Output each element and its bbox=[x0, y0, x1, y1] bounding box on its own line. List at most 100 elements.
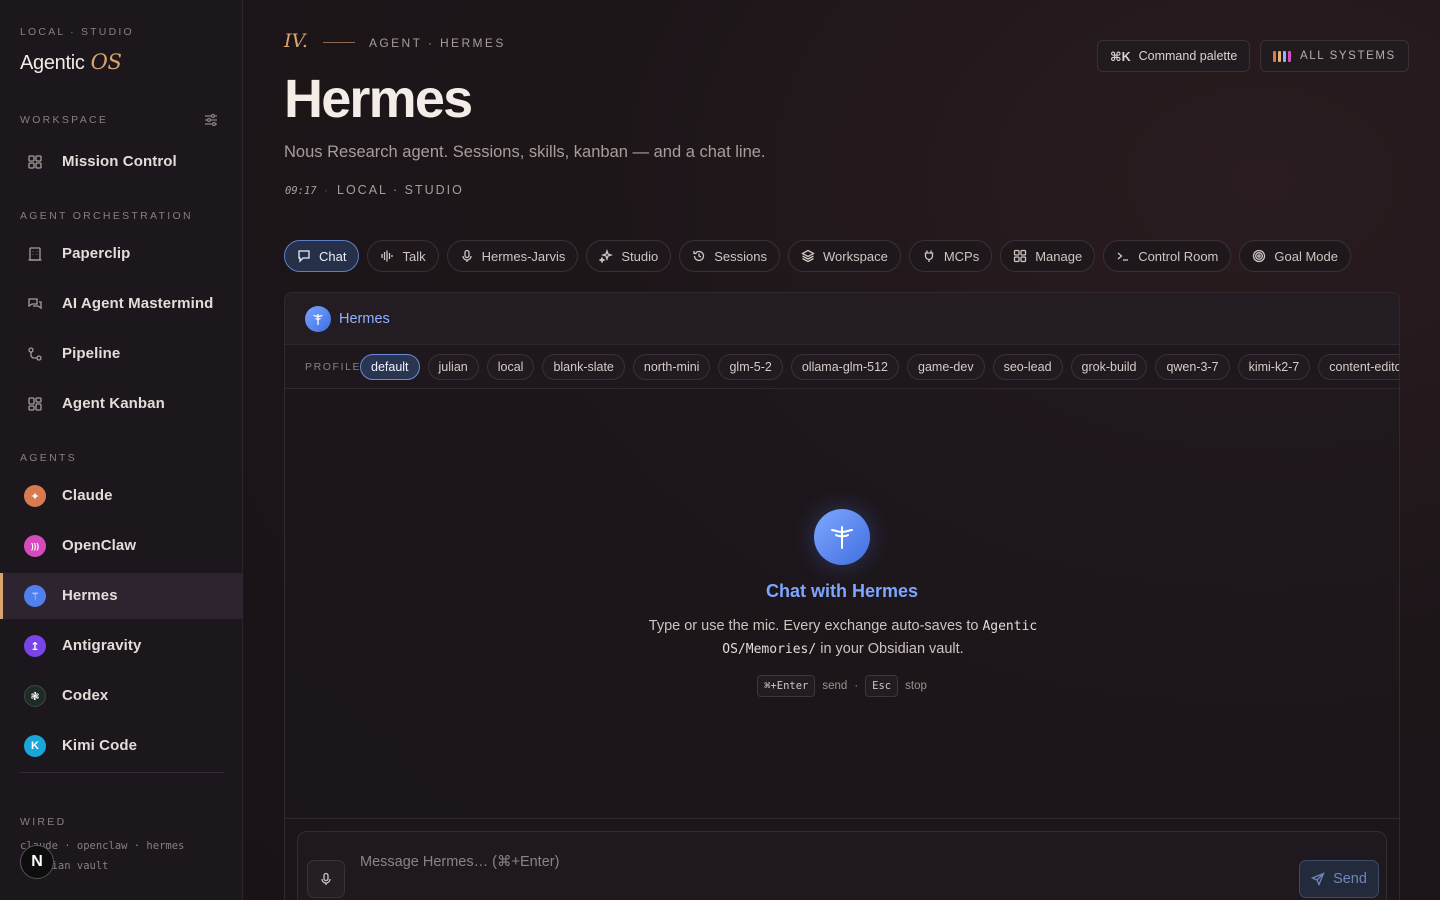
message-composer: Send bbox=[297, 831, 1387, 900]
n-logo-badge[interactable]: N bbox=[20, 845, 54, 879]
tab-studio[interactable]: Studio bbox=[586, 240, 672, 272]
chat-icon bbox=[297, 249, 311, 263]
profile-chip-seo-lead[interactable]: seo-lead bbox=[992, 354, 1063, 380]
profile-label: PROFILE bbox=[305, 361, 362, 373]
profile-chip-north-mini[interactable]: north-mini bbox=[632, 354, 711, 380]
sidebar-item-label: Pipeline bbox=[62, 345, 121, 362]
tab-sessions[interactable]: Sessions bbox=[679, 240, 781, 272]
terminal-icon bbox=[1116, 249, 1130, 263]
message-input[interactable] bbox=[360, 850, 1260, 874]
tab-label: Sessions bbox=[714, 248, 768, 264]
tab-workspace[interactable]: Workspace bbox=[788, 240, 901, 272]
claude-icon: ✦ bbox=[24, 485, 46, 507]
profile-chip-blank-slate[interactable]: blank-slate bbox=[542, 354, 625, 380]
location-label: LOCAL · STUDIO bbox=[337, 183, 464, 197]
sidebar-item-label: Claude bbox=[62, 487, 113, 504]
sidebar-item-paperclip[interactable]: Paperclip bbox=[0, 231, 243, 277]
sidebar-divider bbox=[20, 772, 224, 773]
systems-status-icon bbox=[1273, 50, 1291, 62]
tab-mcps[interactable]: MCPs bbox=[908, 240, 993, 272]
hermes-icon: ⚚ bbox=[24, 585, 46, 607]
stop-hint: stop bbox=[905, 680, 927, 692]
tab-talk[interactable]: Talk bbox=[367, 240, 439, 272]
chat-header: Hermes bbox=[285, 293, 1399, 345]
empty-state-description: Type or use the mic. Every exchange auto… bbox=[648, 618, 1038, 657]
brand-suffix: OS bbox=[90, 50, 122, 74]
send-shortcut-key: ⌘+Enter bbox=[757, 675, 816, 697]
empty-state-title: Chat with Hermes bbox=[765, 581, 919, 601]
sidebar-item-label: Agent Kanban bbox=[62, 395, 165, 412]
profile-chip-ollama-glm-512[interactable]: ollama-glm-512 bbox=[790, 354, 899, 380]
command-palette-label: Command palette bbox=[1138, 49, 1238, 63]
profile-chip-glm-5-2[interactable]: glm-5-2 bbox=[718, 354, 783, 380]
sidebar-item-openclaw[interactable]: ))) OpenClaw bbox=[0, 523, 243, 569]
sidebar-item-label: Mission Control bbox=[62, 153, 177, 170]
hint-separator: · bbox=[854, 680, 859, 692]
plug-icon bbox=[922, 249, 936, 263]
tab-manage[interactable]: Manage bbox=[1000, 240, 1096, 272]
tab-label: MCPs bbox=[943, 248, 980, 264]
all-systems-button[interactable]: ALL SYSTEMS bbox=[1260, 40, 1409, 72]
tab-label: Manage bbox=[1035, 248, 1083, 264]
profile-chip-julian[interactable]: julian bbox=[427, 354, 479, 380]
grid-icon bbox=[1013, 249, 1027, 263]
profile-chip-kimi-k2-7[interactable]: kimi-k2-7 bbox=[1237, 354, 1311, 380]
wired-section-label: WIRED bbox=[20, 816, 67, 828]
sliders-icon[interactable] bbox=[203, 112, 219, 128]
brand-logo[interactable]: Agentic OS bbox=[20, 50, 122, 75]
send-button[interactable]: Send bbox=[1299, 860, 1379, 898]
sidebar-item-label: AI Agent Mastermind bbox=[62, 295, 214, 312]
tab-label: Studio bbox=[621, 248, 659, 264]
tab-label: Talk bbox=[402, 248, 426, 264]
page-kicker: AGENT · HERMES bbox=[369, 36, 506, 50]
sidebar-item-label: Antigravity bbox=[62, 637, 142, 654]
profile-chip-grok-build[interactable]: grok-build bbox=[1070, 354, 1148, 380]
profile-chip-content-editor[interactable]: content-editor bbox=[1318, 354, 1399, 380]
brand-name: Agentic bbox=[20, 52, 85, 74]
sidebar-item-hermes[interactable]: ⚚ Hermes bbox=[0, 573, 243, 619]
tab-label: Hermes-Jarvis bbox=[481, 248, 566, 264]
page-title: Hermes bbox=[284, 69, 473, 129]
sidebar-item-agent-kanban[interactable]: Agent Kanban bbox=[0, 381, 243, 427]
profile-chip-local[interactable]: local bbox=[486, 354, 535, 380]
sidebar-item-kimi-code[interactable]: K Kimi Code bbox=[0, 723, 243, 769]
mic-icon bbox=[321, 872, 331, 885]
tab-goal-mode[interactable]: Goal Mode bbox=[1239, 240, 1351, 272]
grid-icon bbox=[26, 153, 44, 171]
history-icon bbox=[692, 249, 706, 263]
profile-chip-game-dev[interactable]: game-dev bbox=[907, 354, 985, 380]
kicker-rule bbox=[323, 42, 355, 43]
tab-chat[interactable]: Chat bbox=[284, 240, 360, 272]
sidebar: LOCAL · STUDIO Agentic OS WORKSPACE Missi… bbox=[0, 0, 243, 900]
brand-kicker: LOCAL · STUDIO bbox=[20, 26, 134, 38]
profile-chip-default[interactable]: default bbox=[360, 354, 420, 380]
chat-bubbles-icon bbox=[26, 295, 44, 313]
codex-icon: ❃ bbox=[24, 685, 46, 707]
sidebar-item-antigravity[interactable]: ↥ Antigravity bbox=[0, 623, 243, 669]
keyboard-hints: ⌘+Enter send · Esc stop bbox=[285, 675, 1399, 697]
sidebar-item-label: OpenClaw bbox=[62, 537, 137, 554]
target-icon bbox=[1252, 249, 1266, 263]
sparkle-icon bbox=[599, 249, 614, 263]
send-icon bbox=[1311, 872, 1325, 886]
sidebar-item-claude[interactable]: ✦ Claude bbox=[0, 473, 243, 519]
composer-divider bbox=[285, 818, 1399, 819]
profile-chip-qwen-3-7[interactable]: qwen-3-7 bbox=[1155, 354, 1230, 380]
stop-shortcut-key: Esc bbox=[865, 675, 899, 697]
meta-separator: · bbox=[324, 183, 328, 197]
agent-tabs: Chat Talk Hermes-Jarvis Studio Sessions … bbox=[284, 240, 1351, 272]
sidebar-item-codex[interactable]: ❃ Codex bbox=[0, 673, 243, 719]
command-palette-button[interactable]: ⌘K Command palette bbox=[1097, 40, 1251, 72]
tab-control-room[interactable]: Control Room bbox=[1103, 240, 1232, 272]
sidebar-item-mission-control[interactable]: Mission Control bbox=[0, 139, 243, 185]
chat-panel: Hermes PROFILE default julian local blan… bbox=[284, 292, 1400, 900]
hermes-caduceus-icon bbox=[814, 509, 870, 565]
sidebar-item-ai-agent-mastermind[interactable]: AI Agent Mastermind bbox=[0, 281, 243, 327]
sidebar-item-pipeline[interactable]: Pipeline bbox=[0, 331, 243, 377]
profile-chips: default julian local blank-slate north-m… bbox=[360, 354, 1399, 380]
chat-agent-name: Hermes bbox=[339, 311, 390, 327]
sidebar-item-label: Hermes bbox=[62, 587, 118, 604]
tab-hermes-jarvis[interactable]: Hermes-Jarvis bbox=[446, 240, 579, 272]
section-numeral: IV. bbox=[284, 30, 308, 52]
mic-button[interactable] bbox=[307, 860, 345, 898]
